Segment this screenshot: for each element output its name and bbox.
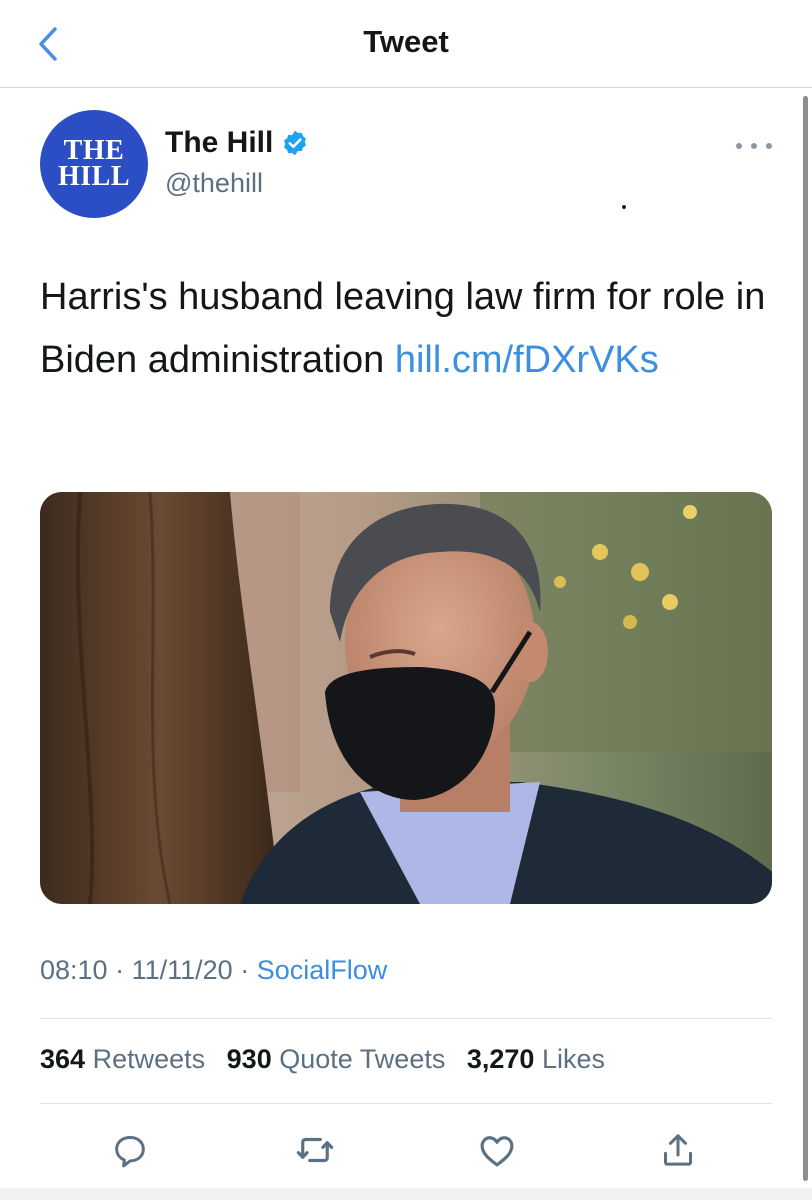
like-button[interactable] xyxy=(472,1125,522,1175)
divider xyxy=(40,1018,772,1019)
author-name-row: The Hill xyxy=(165,126,309,160)
avatar-logo: THE HILL xyxy=(57,135,131,192)
more-options-button[interactable] xyxy=(736,136,772,156)
tweet-stats: 364 Retweets 930 Quote Tweets 3,270 Like… xyxy=(40,1044,619,1075)
more-dot xyxy=(736,143,742,149)
tweet-source[interactable]: SocialFlow xyxy=(257,955,388,985)
scrollbar[interactable] xyxy=(803,96,808,1181)
nav-bar: Tweet xyxy=(0,0,812,88)
verified-badge-icon xyxy=(284,130,307,156)
bottom-edge xyxy=(0,1188,812,1200)
tweet-link[interactable]: hill.cm/fDXrVKs xyxy=(395,339,659,381)
author-name[interactable]: The Hill xyxy=(165,126,273,160)
stray-dot xyxy=(622,205,626,209)
reply-button[interactable] xyxy=(105,1125,155,1175)
reply-icon xyxy=(115,1136,145,1168)
more-dot xyxy=(766,143,772,149)
likes-stat[interactable]: 3,270 Likes xyxy=(467,1044,605,1075)
meta-separator: · xyxy=(115,955,125,985)
quote-tweets-stat[interactable]: 930 Quote Tweets xyxy=(227,1044,446,1075)
page-title: Tweet xyxy=(363,24,449,59)
action-bar xyxy=(40,1125,772,1175)
divider xyxy=(40,1103,772,1104)
more-dot xyxy=(751,143,757,149)
retweet-button[interactable] xyxy=(290,1125,340,1175)
tweet-text: Harris's husband leaving law firm for ro… xyxy=(40,266,770,392)
tweet-photo[interactable] xyxy=(40,492,772,904)
author-handle[interactable]: @thehill xyxy=(165,168,263,199)
tweet-meta: 08:10 · 11/11/20 · SocialFlow xyxy=(40,955,387,986)
retweet-icon xyxy=(296,1137,334,1163)
tweet-time: 08:10 xyxy=(40,955,108,985)
share-icon xyxy=(664,1134,692,1166)
retweets-stat[interactable]: 364 Retweets xyxy=(40,1044,205,1075)
meta-separator: · xyxy=(240,955,250,985)
share-button[interactable] xyxy=(653,1125,703,1175)
like-icon xyxy=(480,1136,514,1167)
photo-illustration xyxy=(40,492,772,904)
avatar[interactable]: THE HILL xyxy=(40,110,148,218)
tweet-date: 11/11/20 xyxy=(131,955,233,985)
